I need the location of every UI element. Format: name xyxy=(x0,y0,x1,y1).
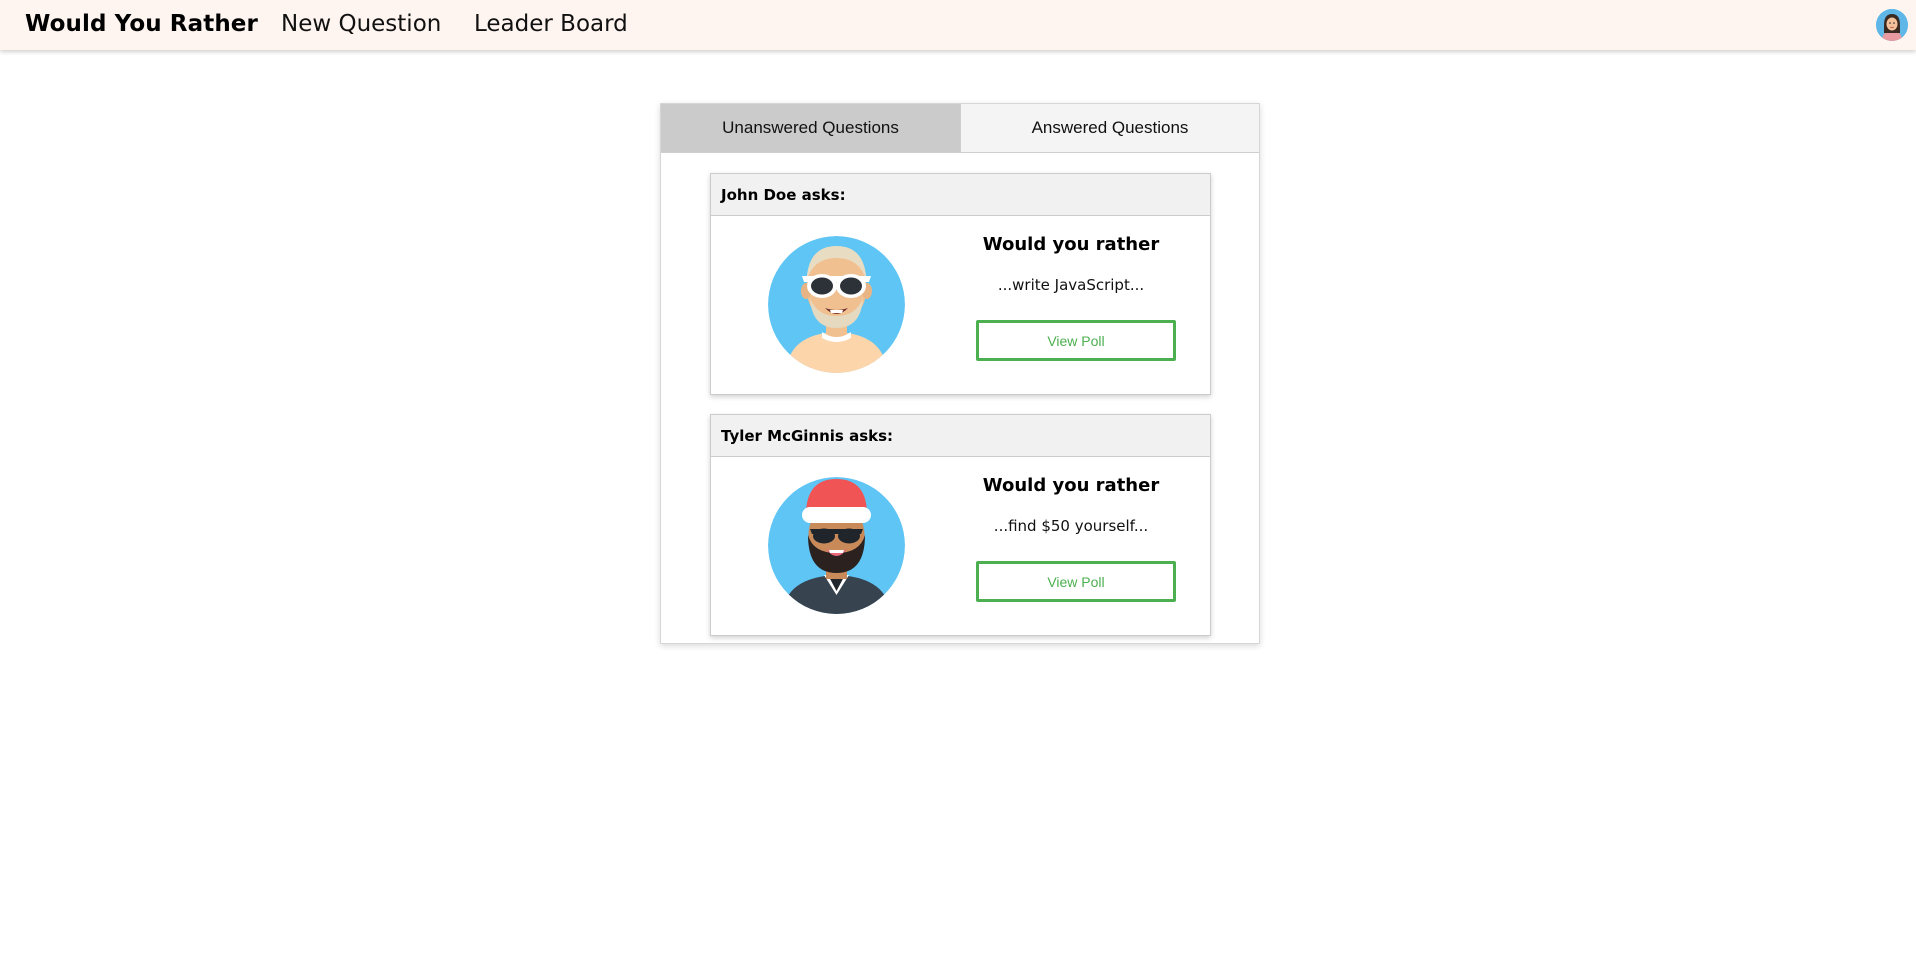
question-option-preview: ...write JavaScript... xyxy=(997,276,1145,294)
bald-man-sunglasses-avatar-icon xyxy=(768,236,905,373)
question-option-preview: ...find $50 yourself... xyxy=(993,517,1149,535)
question-card: John Doe asks: Would you rather ...write… xyxy=(710,173,1211,395)
app-brand[interactable]: Would You Rather xyxy=(25,11,258,37)
user-avatar-icon[interactable] xyxy=(1876,9,1908,41)
santa-hat-man-avatar-icon xyxy=(768,477,905,614)
tab-answered-questions[interactable]: Answered Questions xyxy=(960,104,1259,152)
question-card: Tyler McGinnis asks: Would you rather ..… xyxy=(710,414,1211,636)
top-navbar: Would You Rather New Question Leader Boa… xyxy=(0,0,1916,50)
nav-new-question[interactable]: New Question xyxy=(281,11,441,37)
question-author-header: John Doe asks: xyxy=(711,174,1210,216)
question-title: Would you rather xyxy=(982,475,1160,496)
question-author-header: Tyler McGinnis asks: xyxy=(711,415,1210,457)
nav-leader-board[interactable]: Leader Board xyxy=(474,11,628,37)
tab-unanswered-questions[interactable]: Unanswered Questions xyxy=(661,104,960,152)
question-tabs: Unanswered Questions Answered Questions xyxy=(661,104,1259,153)
question-title: Would you rather xyxy=(982,234,1160,255)
questions-panel: Unanswered Questions Answered Questions … xyxy=(660,103,1260,644)
view-poll-button[interactable]: View Poll xyxy=(976,320,1176,361)
view-poll-button[interactable]: View Poll xyxy=(976,561,1176,602)
